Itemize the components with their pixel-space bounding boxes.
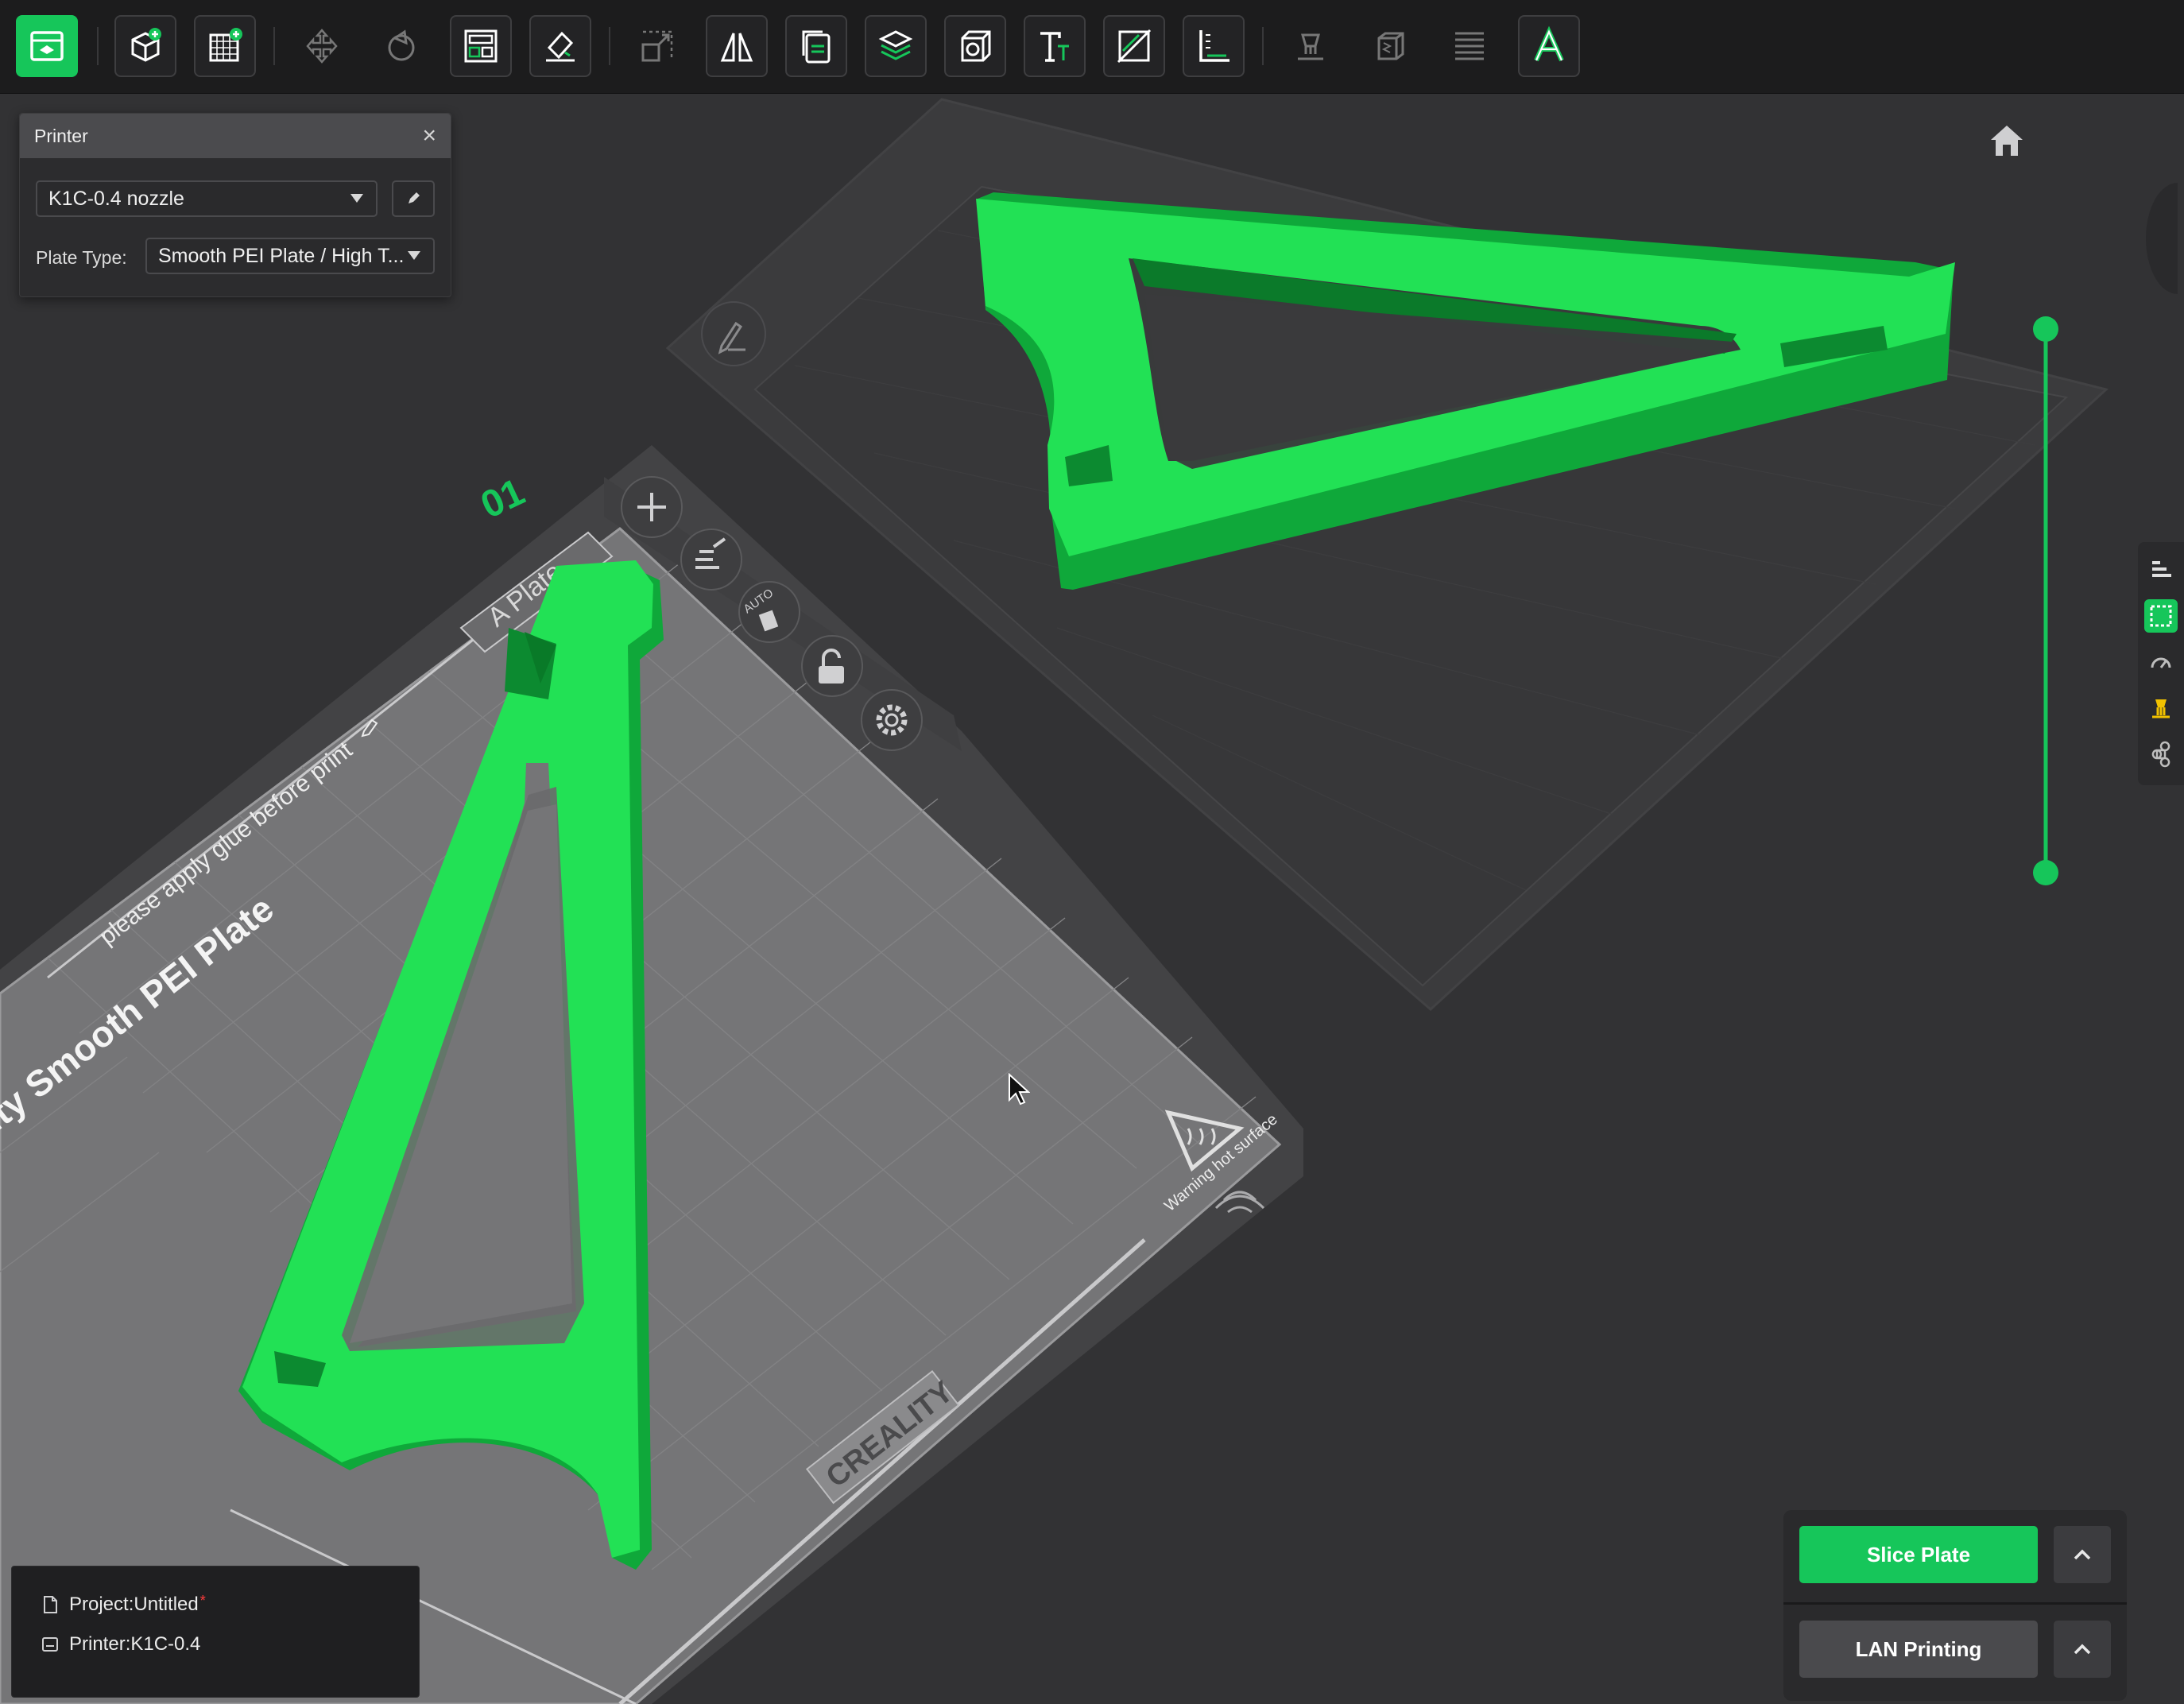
close-icon[interactable]: × — [422, 124, 436, 148]
layers-icon — [878, 30, 913, 60]
unsaved-marker: * — [199, 1593, 206, 1609]
move-icon — [306, 29, 338, 64]
rotate-button[interactable] — [370, 15, 432, 77]
top-toolbar — [0, 0, 2184, 94]
measure-icon — [1199, 30, 1229, 62]
project-status: Project:Untitled * — [41, 1593, 206, 1616]
lan-printing-button[interactable]: LAN Printing — [1799, 1621, 2038, 1678]
caret-down-icon — [408, 251, 420, 260]
clone-icon — [802, 30, 831, 64]
clone-button[interactable] — [785, 15, 847, 77]
scale-button[interactable] — [626, 15, 688, 77]
toolbar-separator — [273, 27, 275, 65]
project-name: Project:Untitled — [69, 1594, 199, 1615]
printer-panel-title: Printer — [34, 125, 88, 146]
edit-printer-button[interactable] — [392, 180, 435, 217]
add-object-button[interactable] — [114, 15, 176, 77]
view-cube-edge — [2146, 183, 2178, 294]
support-icon — [2152, 699, 2170, 718]
mirror-icon — [720, 33, 753, 62]
prepare-icon — [30, 31, 64, 61]
emboss-button[interactable] — [1518, 15, 1580, 77]
plate-number: 01 — [474, 471, 531, 527]
printer-panel-header: Printer × — [20, 114, 451, 158]
cut-icon — [1117, 29, 1152, 64]
support-view-button[interactable] — [2144, 691, 2178, 725]
status-panel: Project:Untitled * Printer:K1C-0.4 — [11, 1566, 420, 1698]
text-button[interactable] — [1024, 15, 1086, 77]
chevron-up-icon — [2074, 1549, 2091, 1560]
plate-view-icon — [2150, 605, 2172, 627]
move-button[interactable] — [291, 15, 353, 77]
measure-button[interactable] — [1183, 15, 1245, 77]
printer-name: Printer:K1C-0.4 — [69, 1633, 201, 1655]
add-plate-icon — [209, 28, 242, 62]
plate-view-button[interactable] — [2144, 599, 2178, 633]
slice-action-area: Slice Plate LAN Printing — [1783, 1510, 2127, 1701]
speed-view-button[interactable] — [2144, 645, 2178, 679]
toolbar-separator — [1262, 27, 1264, 65]
slider-top-handle[interactable] — [2033, 316, 2058, 342]
add-cube-icon — [131, 28, 161, 62]
print-options-button[interactable] — [2054, 1621, 2111, 1678]
printer-select-value: K1C-0.4 nozzle — [48, 187, 184, 210]
arrange-icon — [464, 29, 498, 63]
slice-layers-button[interactable] — [865, 15, 927, 77]
hollow-button[interactable] — [944, 15, 1006, 77]
scale-icon — [641, 30, 673, 62]
slice-options-button[interactable] — [2054, 1526, 2111, 1583]
custom-view-button[interactable] — [2144, 738, 2178, 771]
variable-layer-icon — [1455, 32, 1484, 60]
mouse-cursor-icon — [1009, 1073, 1030, 1106]
lay-on-face-icon — [546, 31, 575, 62]
right-view-sidebar — [2138, 542, 2184, 785]
variable-layer-button[interactable] — [1439, 15, 1501, 77]
document-icon — [44, 1596, 57, 1613]
slider-bottom-handle[interactable] — [2033, 860, 2058, 885]
emboss-icon — [1534, 25, 1564, 62]
add-plate-button[interactable] — [194, 15, 256, 77]
prepare-view-button[interactable] — [16, 15, 78, 77]
caret-down-icon — [350, 194, 363, 203]
printer-panel: Printer × K1C-0.4 nozzle Plate Type: Smo… — [19, 113, 451, 297]
toolbar-separator — [97, 27, 99, 65]
plate-type-select[interactable]: Smooth PEI Plate / High T... — [145, 238, 435, 274]
object-list-button[interactable] — [2144, 553, 2178, 587]
hollow-cube-icon — [961, 30, 991, 62]
plate-2-edit-button[interactable] — [701, 301, 766, 366]
toolbar-separator — [609, 27, 610, 65]
action-divider — [1783, 1602, 2127, 1605]
lay-on-face-button[interactable] — [529, 15, 591, 77]
seam-paint-button[interactable] — [1359, 15, 1421, 77]
support-paint-icon — [1298, 33, 1323, 60]
cut-button[interactable] — [1103, 15, 1165, 77]
chevron-up-icon — [2074, 1644, 2091, 1655]
text-icon — [1040, 32, 1069, 62]
seam-icon — [1377, 32, 1404, 60]
object-list-icon — [2152, 561, 2171, 577]
plate-type-label: Plate Type: — [36, 247, 127, 268]
support-paint-button[interactable] — [1280, 15, 1342, 77]
plate-type-value: Smooth PEI Plate / High T... — [158, 244, 405, 267]
slice-plate-button[interactable]: Slice Plate — [1799, 1526, 2038, 1583]
printer-status: Printer:K1C-0.4 — [41, 1633, 200, 1656]
command-icon — [2151, 741, 2170, 768]
home-icon[interactable] — [1987, 122, 2027, 157]
rotate-icon — [388, 29, 415, 61]
scene-canvas: A Plate 01 please apply glue before prin… — [0, 98, 2178, 1704]
3d-viewport[interactable]: A Plate 01 please apply glue before prin… — [0, 94, 2184, 1704]
mirror-button[interactable] — [706, 15, 768, 77]
speedometer-icon — [2151, 657, 2171, 668]
arrange-button[interactable] — [450, 15, 512, 77]
printer-icon — [42, 1637, 58, 1652]
printer-select[interactable]: K1C-0.4 nozzle — [36, 180, 378, 217]
pencil-icon — [409, 192, 420, 203]
